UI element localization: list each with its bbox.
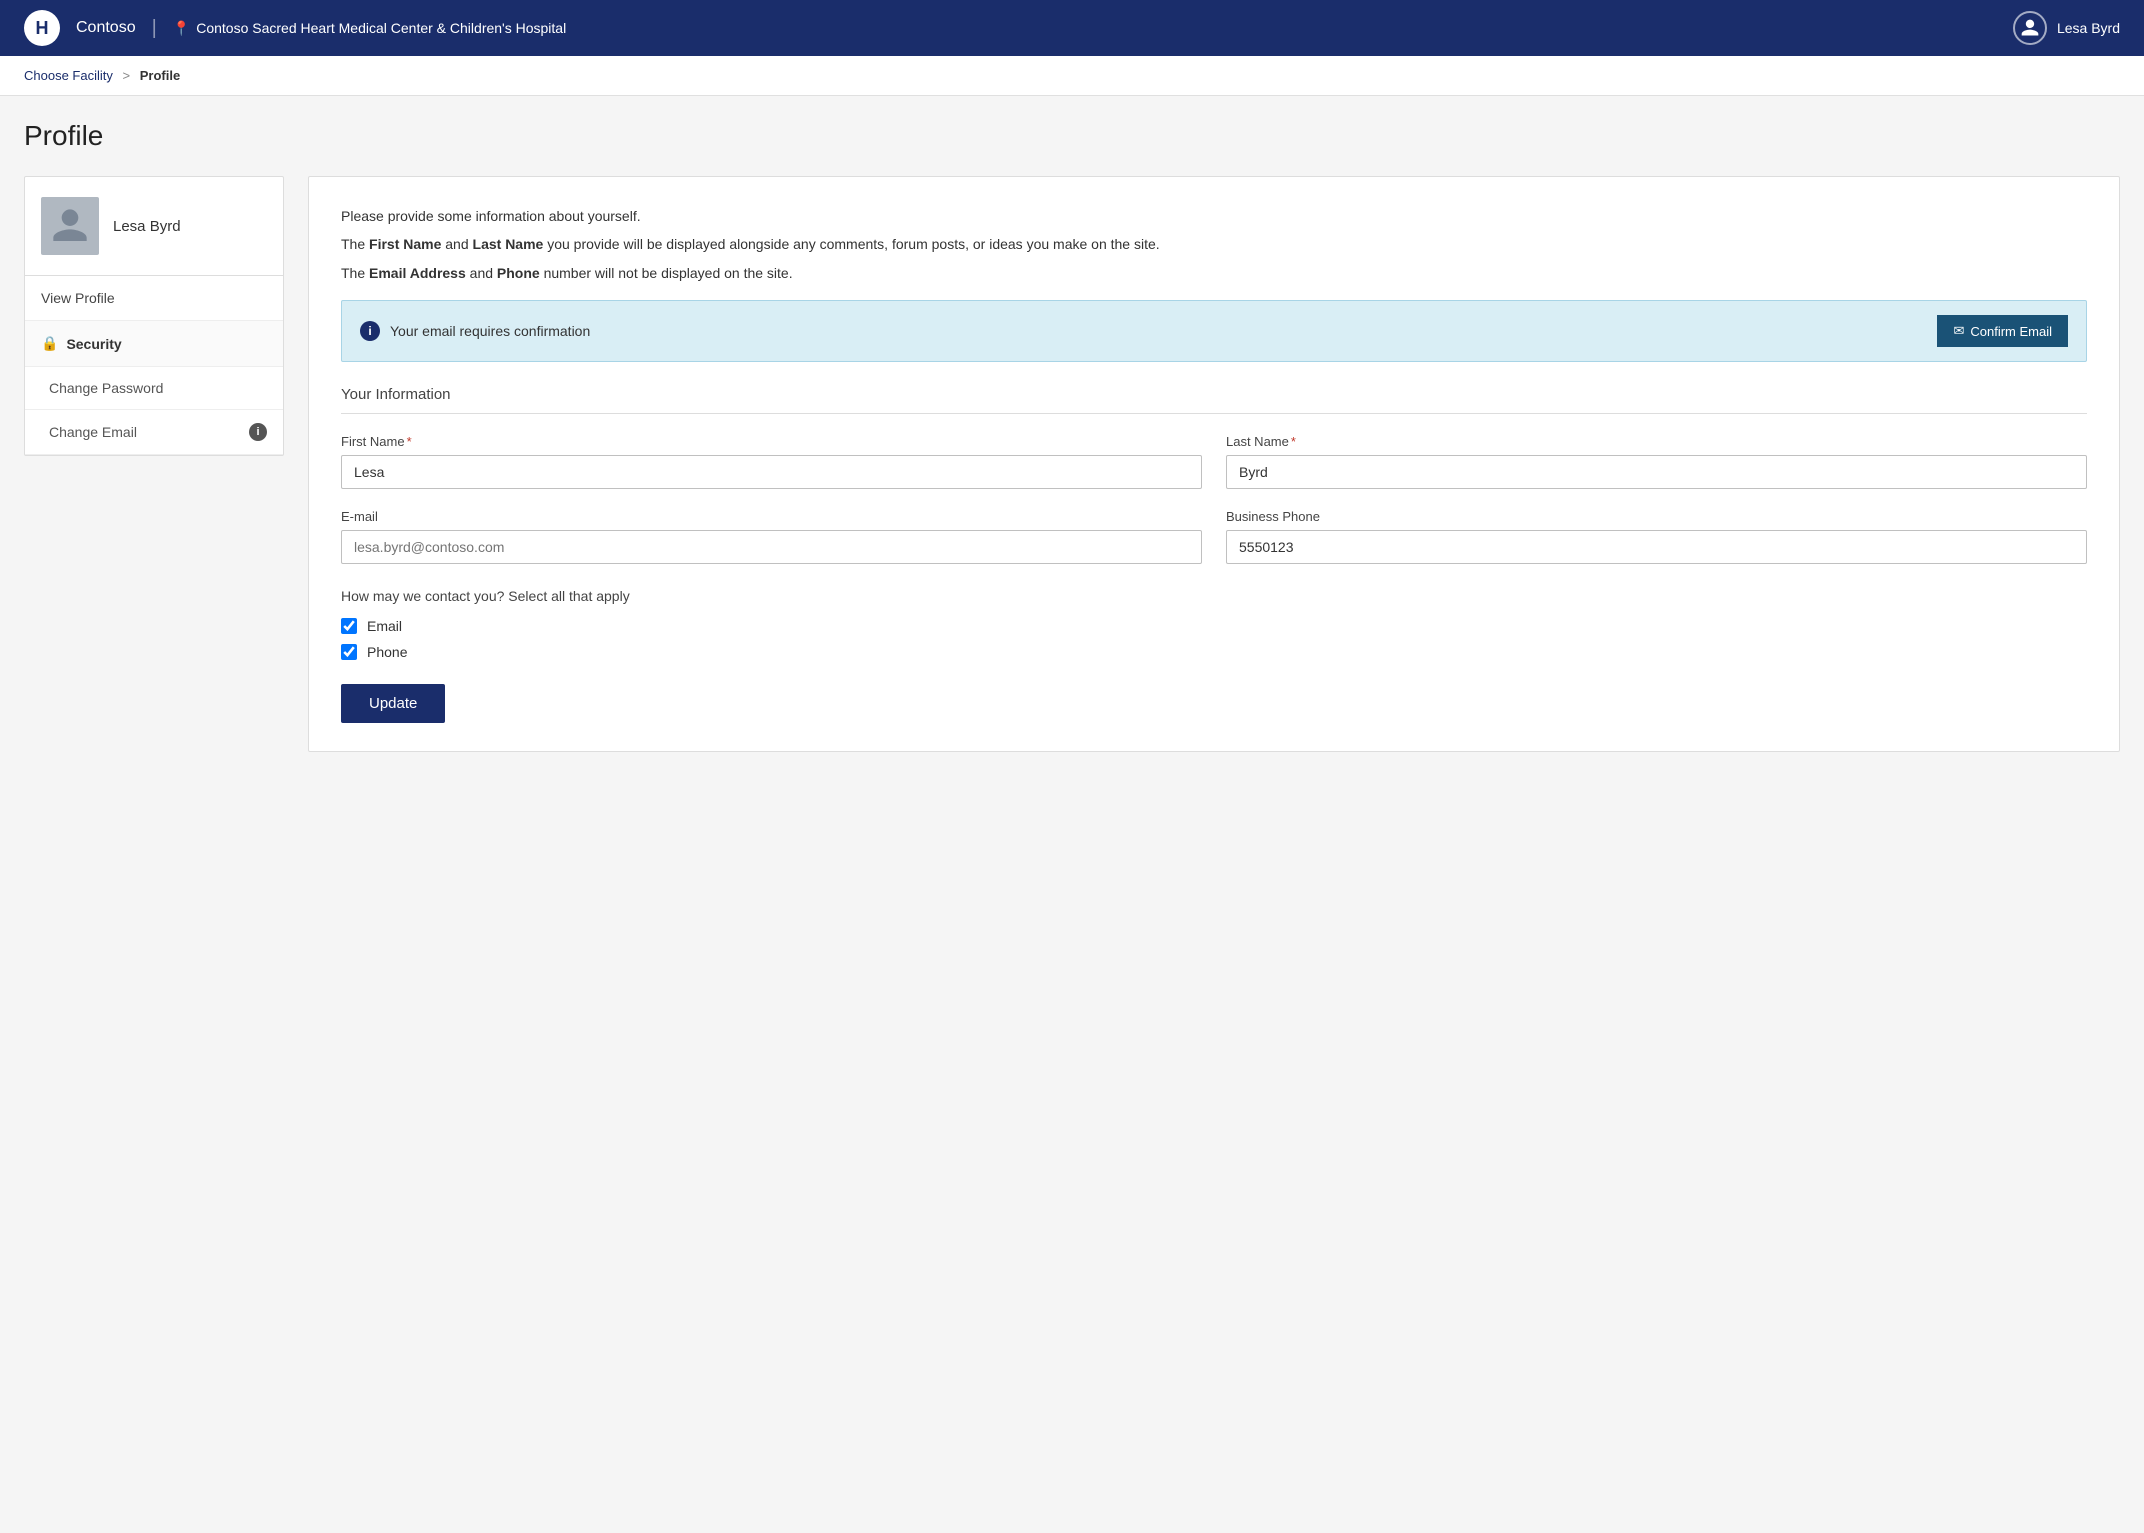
header-user[interactable]: Lesa Byrd (2013, 11, 2120, 45)
facility-info: 📍 Contoso Sacred Heart Medical Center & … (173, 20, 566, 37)
email-input[interactable] (341, 530, 1202, 564)
last-name-required: * (1291, 434, 1296, 449)
first-name-input[interactable] (341, 455, 1202, 489)
first-name-group: First Name* (341, 434, 1202, 489)
confirm-email-button[interactable]: ✉ Confirm Email (1937, 315, 2068, 347)
breadcrumb-current: Profile (140, 68, 180, 83)
facility-name: Contoso Sacred Heart Medical Center & Ch… (196, 20, 566, 36)
header: H Contoso | 📍 Contoso Sacred Heart Medic… (0, 0, 2144, 56)
phone-input[interactable] (1226, 530, 2087, 564)
user-name: Lesa Byrd (2057, 20, 2120, 36)
last-name-label: Last Name* (1226, 434, 2087, 449)
email-group: E-mail (341, 509, 1202, 564)
breadcrumb-separator: > (123, 68, 131, 83)
location-icon: 📍 (173, 20, 190, 37)
name-row: First Name* Last Name* (341, 434, 2087, 489)
first-name-label: First Name* (341, 434, 1202, 449)
sidebar-username: Lesa Byrd (113, 218, 181, 235)
sidebar-profile: Lesa Byrd (25, 177, 283, 276)
last-name-input[interactable] (1226, 455, 2087, 489)
lock-icon: 🔒 (41, 335, 58, 352)
sidebar-item-change-password[interactable]: Change Password (25, 367, 283, 410)
last-name-emphasis: Last Name (473, 236, 544, 252)
confirm-email-label: Confirm Email (1970, 324, 2052, 339)
page-title: Profile (24, 120, 2120, 152)
alert-message: Your email requires confirmation (390, 323, 590, 339)
last-name-group: Last Name* (1226, 434, 2087, 489)
content-area: Please provide some information about yo… (308, 176, 2120, 752)
header-left: H Contoso | 📍 Contoso Sacred Heart Medic… (24, 10, 566, 46)
email-confirmation-banner: i Your email requires confirmation ✉ Con… (341, 300, 2087, 362)
email-checkbox[interactable] (341, 618, 357, 634)
update-button[interactable]: Update (341, 684, 445, 723)
breadcrumb: Choose Facility > Profile (0, 56, 2144, 96)
intro-text-1: Please provide some information about yo… (341, 205, 2087, 227)
phone-checkbox-label: Phone (367, 644, 407, 660)
phone-group: Business Phone (1226, 509, 2087, 564)
email-label: E-mail (341, 509, 1202, 524)
intro-text-2: The First Name and Last Name you provide… (341, 233, 2087, 255)
app-logo: H (24, 10, 60, 46)
intro-text-3: The Email Address and Phone number will … (341, 262, 2087, 284)
sidebar-security-header: 🔒 Security (25, 321, 283, 367)
sidebar-avatar (41, 197, 99, 255)
sidebar-security-label: Security (66, 336, 121, 352)
header-divider: | (152, 17, 157, 40)
sidebar: Lesa Byrd View Profile 🔒 Security Change… (24, 176, 284, 456)
your-information-heading: Your Information (341, 386, 2087, 414)
main-layout: Lesa Byrd View Profile 🔒 Security Change… (24, 176, 2120, 752)
breadcrumb-parent[interactable]: Choose Facility (24, 68, 113, 83)
phone-checkbox-item[interactable]: Phone (341, 644, 2087, 660)
sidebar-item-change-email[interactable]: Change Email i (25, 410, 283, 455)
phone-emphasis: Phone (497, 265, 540, 281)
alert-info-icon: i (360, 321, 380, 341)
change-email-label: Change Email (49, 424, 137, 440)
contact-row: E-mail Business Phone (341, 509, 2087, 564)
email-emphasis: Email Address (369, 265, 466, 281)
change-password-label: Change Password (49, 380, 163, 396)
sidebar-item-view-profile[interactable]: View Profile (25, 276, 283, 321)
phone-label: Business Phone (1226, 509, 2087, 524)
contact-label: How may we contact you? Select all that … (341, 588, 2087, 604)
change-email-info-icon: i (249, 423, 267, 441)
contact-section: How may we contact you? Select all that … (341, 588, 2087, 660)
page-container: Profile Lesa Byrd View Profile 🔒 Securit… (0, 96, 2144, 776)
first-name-required: * (407, 434, 412, 449)
alert-banner-left: i Your email requires confirmation (360, 321, 590, 341)
brand-name: Contoso (76, 19, 136, 37)
phone-checkbox[interactable] (341, 644, 357, 660)
first-name-emphasis: First Name (369, 236, 441, 252)
email-icon: ✉ (1953, 323, 1964, 339)
contact-checkbox-group: Email Phone (341, 618, 2087, 660)
user-avatar (2013, 11, 2047, 45)
email-checkbox-label: Email (367, 618, 402, 634)
email-checkbox-item[interactable]: Email (341, 618, 2087, 634)
